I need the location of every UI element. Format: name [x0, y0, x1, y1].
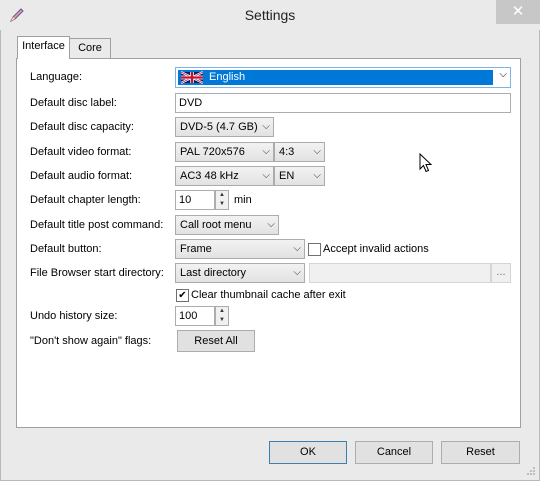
- chevron-down-icon: ⌵: [267, 219, 275, 230]
- chapter-length-spinner[interactable]: ▲ ▼: [215, 190, 229, 210]
- video-format-combo[interactable]: PAL 720x576 ⌵: [175, 142, 274, 162]
- close-button[interactable]: ✕: [496, 0, 540, 24]
- resize-grip-icon[interactable]: [526, 466, 536, 476]
- clear-thumbnail-label: Clear thumbnail cache after exit: [191, 289, 346, 301]
- chevron-down-icon: ⌵: [262, 121, 270, 132]
- accept-invalid-checkbox[interactable]: [308, 243, 321, 256]
- title-post-command-label: Default title post command:: [30, 219, 164, 231]
- clear-thumbnail-checkbox[interactable]: ✔: [176, 289, 189, 302]
- language-value: English: [209, 71, 246, 83]
- undo-history-input[interactable]: 100: [175, 306, 215, 326]
- spin-up-icon[interactable]: ▲: [216, 191, 228, 200]
- disc-capacity-label: Default disc capacity:: [30, 121, 134, 133]
- video-format-label: Default video format:: [30, 146, 132, 158]
- reset-all-button[interactable]: Reset All: [177, 330, 255, 352]
- cancel-button[interactable]: Cancel: [355, 441, 433, 464]
- reset-button[interactable]: Reset: [441, 441, 520, 464]
- close-icon: ✕: [511, 3, 525, 20]
- ok-button[interactable]: OK: [269, 441, 347, 464]
- file-browser-value: Last directory: [180, 267, 247, 279]
- audio-language-combo[interactable]: EN ⌵: [274, 166, 325, 186]
- disc-capacity-value: DVD-5 (4.7 GB): [180, 121, 258, 133]
- chevron-down-icon: ⌵: [293, 267, 301, 278]
- title-post-command-combo[interactable]: Call root menu ⌵: [175, 215, 279, 235]
- audio-language-value: EN: [279, 170, 295, 182]
- file-browser-path-input: [309, 263, 491, 283]
- mouse-cursor-icon: [419, 153, 432, 173]
- tab-interface[interactable]: Interface: [17, 36, 70, 59]
- chevron-down-icon: ⌵: [313, 170, 321, 181]
- file-browser-label: File Browser start directory:: [30, 267, 164, 279]
- chevron-down-icon: ⌵: [313, 146, 321, 157]
- dont-show-again-label: "Don't show again" flags:: [30, 335, 152, 347]
- audio-format-combo[interactable]: AC3 48 kHz ⌵: [175, 166, 274, 186]
- chevron-down-icon: ⌵: [262, 146, 270, 157]
- default-button-combo[interactable]: Frame ⌵: [175, 239, 305, 259]
- file-browser-combo[interactable]: Last directory ⌵: [175, 263, 305, 283]
- chapter-length-input[interactable]: 10: [175, 190, 215, 210]
- undo-history-spinner[interactable]: ▲ ▼: [215, 306, 229, 326]
- title-post-command-value: Call root menu: [180, 219, 252, 231]
- language-combo[interactable]: English ⌵: [175, 67, 511, 88]
- spin-up-icon[interactable]: ▲: [216, 307, 228, 316]
- chevron-down-icon: ⌵: [499, 69, 507, 80]
- default-button-value: Frame: [180, 243, 212, 255]
- disc-label-input[interactable]: DVD: [175, 93, 511, 113]
- spin-down-icon[interactable]: ▼: [216, 200, 228, 209]
- disc-capacity-combo[interactable]: DVD-5 (4.7 GB) ⌵: [175, 117, 274, 137]
- tab-core[interactable]: Core: [69, 38, 111, 58]
- language-label: Language:: [30, 71, 82, 83]
- audio-format-label: Default audio format:: [30, 170, 133, 182]
- video-format-value: PAL 720x576: [180, 146, 245, 158]
- chapter-length-label: Default chapter length:: [30, 194, 141, 206]
- chapter-length-unit: min: [234, 194, 252, 206]
- undo-history-label: Undo history size:: [30, 310, 118, 322]
- uk-flag-icon: [181, 71, 203, 84]
- spin-down-icon[interactable]: ▼: [216, 316, 228, 325]
- aspect-ratio-combo[interactable]: 4:3 ⌵: [274, 142, 325, 162]
- chevron-down-icon: ⌵: [293, 243, 301, 254]
- accept-invalid-label: Accept invalid actions: [323, 243, 429, 255]
- default-button-label: Default button:: [30, 243, 102, 255]
- chevron-down-icon: ⌵: [262, 170, 270, 181]
- window-title: Settings: [244, 7, 296, 23]
- aspect-ratio-value: 4:3: [279, 146, 295, 158]
- browse-button: ...: [491, 263, 511, 283]
- disc-label-label: Default disc label:: [30, 97, 117, 109]
- audio-format-value: AC3 48 kHz: [180, 170, 239, 182]
